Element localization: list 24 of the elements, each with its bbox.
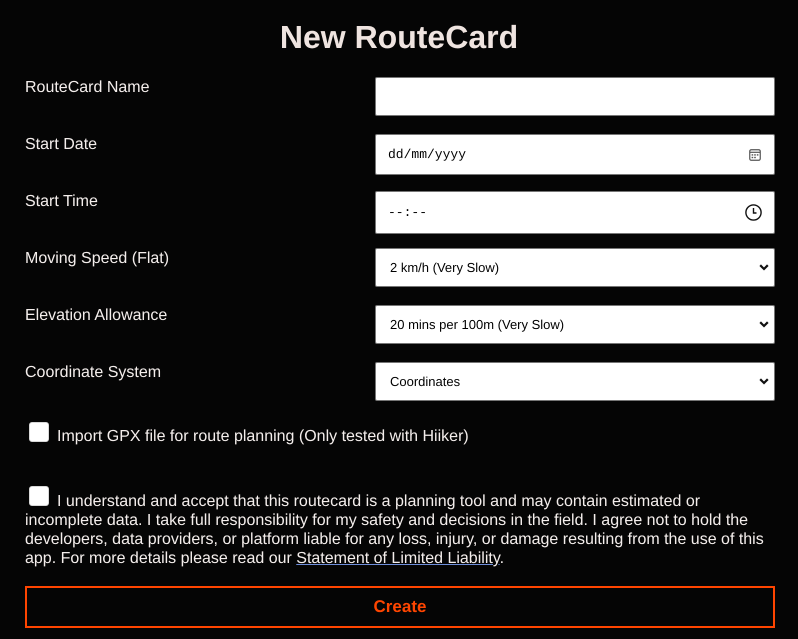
calendar-icon[interactable] xyxy=(749,149,761,161)
checkbox[interactable] xyxy=(29,422,49,442)
text-field[interactable] xyxy=(375,77,775,116)
chevron-down-icon xyxy=(759,378,769,385)
page-title: New RouteCard xyxy=(280,18,518,57)
field-label: Elevation Allowance xyxy=(25,306,168,325)
chevron-down-icon xyxy=(759,321,769,328)
dropdown[interactable]: 2 km/h (Very Slow) xyxy=(375,248,775,287)
field-label: Coordinate System xyxy=(25,363,162,382)
field-label: RouteCard Name xyxy=(25,78,150,97)
liability-link[interactable]: Statement of Limited Liability xyxy=(296,550,500,567)
dropdown[interactable]: 20 mins per 100m (Very Slow) xyxy=(375,305,775,344)
field-label: Start Date xyxy=(25,135,98,154)
clock-icon[interactable] xyxy=(745,204,762,221)
time-field[interactable]: --:-- xyxy=(375,191,775,234)
checkbox-label: Import GPX file for route planning (Only tested with Hiiker) xyxy=(57,427,469,446)
field-label: Moving Speed (Flat) xyxy=(25,249,170,268)
chevron-down-icon xyxy=(759,264,769,271)
field-label: Start Time xyxy=(25,192,98,211)
checkbox[interactable] xyxy=(29,486,49,506)
create-button[interactable]: Create xyxy=(25,586,775,628)
date-field[interactable]: dd/mm/yyyy xyxy=(375,134,775,175)
dropdown[interactable]: Coordinates xyxy=(375,362,775,401)
agreement-checkbox-label[interactable]: I understand and accept that this routecard is a planning tool and may contain estimated or incomplete data. I take full responsibility for my safety and decisions in the field. I agree not to hold the developers, data providers, or platform liable for any loss, injury, or damage resulting from the use of this app. For more details please read our Statement of Limited Liability. xyxy=(25,486,775,568)
